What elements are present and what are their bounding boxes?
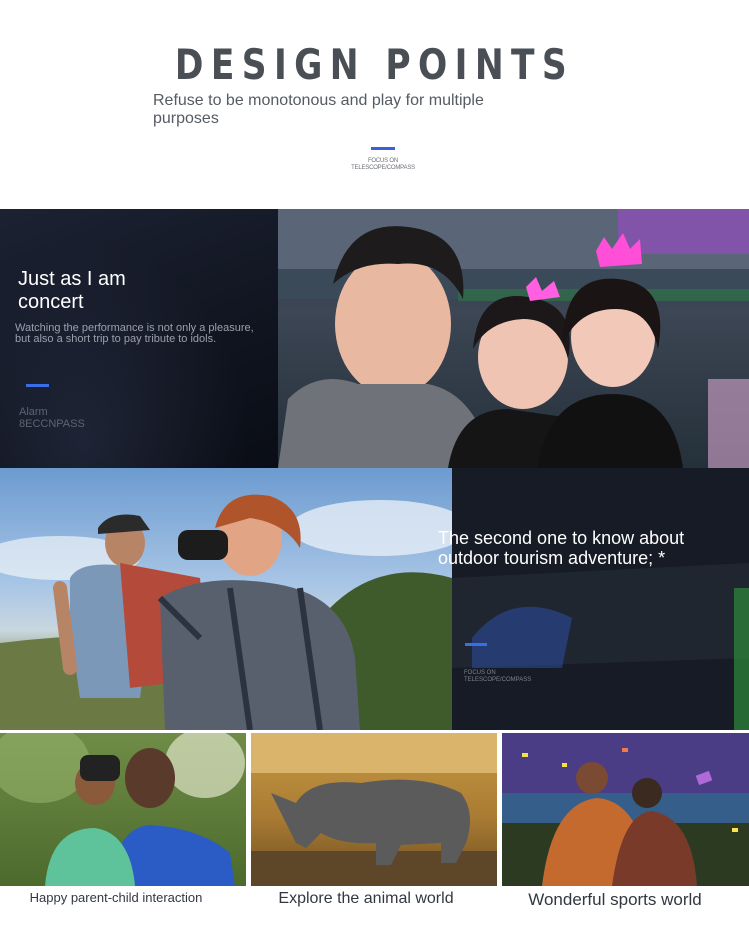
concert-heading-line1: Just as I am <box>18 268 126 290</box>
rhino-art <box>251 733 497 886</box>
accent-bar <box>371 147 395 150</box>
focus-caption-line2: TELESCOPE/COMPASS <box>351 165 415 171</box>
concert-alarm-line2: 8ECCNPASS <box>19 418 85 430</box>
sports-fans-art <box>502 733 749 886</box>
outdoor-heading: The second one to know about outdoor tou… <box>438 528 685 568</box>
sports-fans-photo <box>502 733 749 886</box>
rhino-photo <box>251 733 497 886</box>
outdoor-focus-line1: FOCUS ON <box>464 670 496 676</box>
outdoor-text-panel <box>452 468 749 730</box>
outdoor-focus-line2: TELESCOPE/COMPASS <box>464 677 532 683</box>
concert-photo-art <box>278 209 749 468</box>
page-title: DESIGN POINTS <box>174 40 575 89</box>
concert-alarm-line1: Alarm <box>19 406 48 418</box>
focus-caption: FOCUS ON TELESCOPE/COMPASS <box>333 158 433 172</box>
concert-alarm-label: Alarm 8ECCNPASS <box>19 406 169 430</box>
outdoor-focus-caption: FOCUS ON TELESCOPE/COMPASS <box>464 670 564 684</box>
concert-selfie-photo <box>278 209 749 468</box>
concert-heading-line2: concert <box>18 291 84 313</box>
parent-child-photo <box>0 733 246 886</box>
page-subtitle: Refuse to be monotonous and play for mul… <box>153 92 484 127</box>
thumbnail-caption-3: Wonderful sports world <box>528 890 702 909</box>
outdoor-panel-art <box>452 468 749 730</box>
concert-description: Watching the performance is not only a p… <box>15 322 254 345</box>
concert-heading: Just as I am concert <box>18 268 258 314</box>
thumbnail-caption-1: Happy parent-child interaction <box>29 890 203 905</box>
outdoor-accent-bar <box>465 643 487 646</box>
concert-accent-bar <box>26 384 49 387</box>
parent-child-art <box>0 733 245 886</box>
thumbnail-caption-2: Explore the animal world <box>278 890 454 907</box>
hikers-binoculars-photo <box>0 468 452 730</box>
binoculars-icon <box>80 755 120 781</box>
focus-caption-line1: FOCUS ON <box>367 158 399 164</box>
binoculars-icon <box>178 530 228 560</box>
hike-photo-art <box>0 494 452 730</box>
